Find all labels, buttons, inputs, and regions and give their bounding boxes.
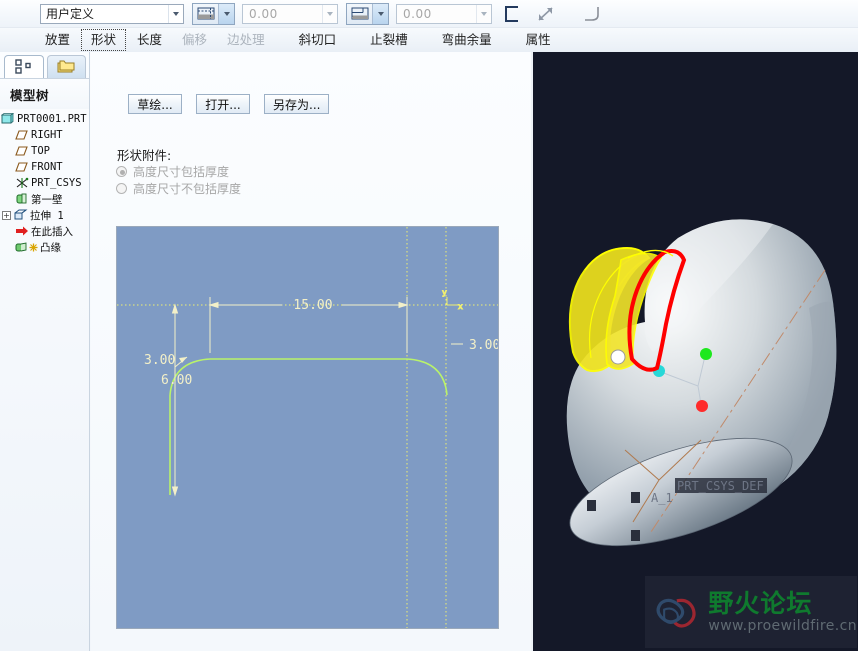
application-window: 用户定义 0.00 0.00 放置 形状 长度 偏移 边处理 斜切口 止裂槽 弯… <box>0 0 858 651</box>
tab-bend-allowance[interactable]: 弯曲余量 <box>433 30 501 50</box>
tree-row-part[interactable]: PRT0001.PRT <box>0 111 89 127</box>
corner-bend-icon[interactable] <box>580 3 604 25</box>
shape-action-buttons: 草绘... 打开... 另存为... <box>128 94 343 114</box>
tree-label: 凸缘 <box>40 241 61 254</box>
datum-plane-icon <box>14 129 29 141</box>
panel-tab-row <box>0 52 89 78</box>
model-graphics: A_1 PRT_CSYS_DEF <box>533 52 858 651</box>
relief-type-dropdown-icon[interactable] <box>373 3 388 24</box>
sketch-preview-canvas[interactable]: 15.00 3.00 6.00 3.00 x y <box>116 226 499 629</box>
coord-system-icon <box>14 177 29 189</box>
datum-plane-icon <box>14 145 29 157</box>
datum-point-red <box>696 400 708 412</box>
radio-icon <box>116 183 127 194</box>
sketch-button[interactable]: 草绘... <box>128 94 182 114</box>
feature-dashboard-toolbar: 用户定义 0.00 0.00 <box>0 0 858 28</box>
tab-placement[interactable]: 放置 <box>36 30 79 50</box>
tree-label: 拉伸 1 <box>30 209 64 222</box>
tree-row-csys[interactable]: PRT_CSYS <box>0 175 89 191</box>
radio-height-includes-thickness: 高度尺寸包括厚度 <box>116 163 229 180</box>
tree-row-datum-right[interactable]: RIGHT <box>0 127 89 143</box>
bend-value-input[interactable]: 0.00 <box>242 3 338 24</box>
shape-type-value: 用户定义 <box>46 6 95 21</box>
drag-handle[interactable] <box>610 349 626 365</box>
model-tree-icon <box>15 59 31 74</box>
flip-direction-icon[interactable] <box>501 3 525 25</box>
tree-label: PRT0001.PRT <box>17 113 87 125</box>
tree-label: PRT_CSYS <box>31 177 82 189</box>
tab-miter-cut[interactable]: 斜切口 <box>290 30 346 50</box>
bend-profile-split-button[interactable] <box>192 2 235 25</box>
first-wall-icon <box>14 193 29 205</box>
bend-value-dropdown-icon[interactable] <box>322 4 337 23</box>
tab-properties[interactable]: 属性 <box>517 30 560 50</box>
tree-row-insert-here[interactable]: 在此插入 <box>0 223 89 239</box>
bend-profile-dropdown-icon[interactable] <box>219 3 234 24</box>
dimension-value-width: 15.00 <box>293 298 332 313</box>
dimension-value-height: 6.00 <box>161 373 192 388</box>
relief-value-input[interactable]: 0.00 <box>396 3 492 24</box>
shape-type-select[interactable]: 用户定义 <box>40 3 184 24</box>
chevron-down-icon[interactable] <box>168 4 183 23</box>
part-icon <box>0 113 15 125</box>
datum-point-green <box>700 348 712 360</box>
relief-type-split-button[interactable] <box>346 2 389 25</box>
radio-label: 高度尺寸包括厚度 <box>133 165 230 179</box>
model-tree-tab[interactable] <box>4 55 44 78</box>
radio-height-excludes-thickness: 高度尺寸不包括厚度 <box>116 180 241 197</box>
tree-label: TOP <box>31 145 50 157</box>
bend-value-text: 0.00 <box>249 6 278 21</box>
sketch-graphics: 15.00 3.00 6.00 3.00 x y <box>117 227 499 628</box>
watermark-url: www.proewildfire.cn <box>708 618 857 634</box>
folder-browser-icon <box>57 60 75 73</box>
save-as-button[interactable]: 另存为... <box>264 94 330 114</box>
axis-label-text: A_1 <box>651 491 673 505</box>
datum-plane-icon <box>14 161 29 173</box>
model-tree-list[interactable]: PRT0001.PRT RIGHT TOP FRONT PRT_CSYS 第一壁… <box>0 109 89 255</box>
shape-tab-panel: 草绘... 打开... 另存为... 形状附件: 高度尺寸包括厚度 高度尺寸不包… <box>91 52 531 651</box>
dimension-value-right-radius: 3.00 <box>469 338 499 353</box>
tree-label: RIGHT <box>31 129 63 141</box>
bend-profile-icon <box>193 3 219 24</box>
tree-label: FRONT <box>31 161 63 173</box>
graphics-viewport[interactable]: A_1 PRT_CSYS_DEF 野火论坛 www.proewildfire.c… <box>531 52 858 651</box>
expand-toggle[interactable]: + <box>2 210 11 220</box>
tree-label: 第一壁 <box>31 193 63 206</box>
model-tree-panel: 模型树 PRT0001.PRT RIGHT TOP FRONT PRT_CSYS… <box>0 52 90 651</box>
angle-dimension-icon[interactable] <box>534 3 558 25</box>
flange-icon <box>14 241 29 253</box>
radio-label: 高度尺寸不包括厚度 <box>133 182 242 196</box>
csys-label-text: PRT_CSYS_DEF <box>677 479 764 493</box>
watermark-title: 野火论坛 <box>708 589 813 618</box>
new-feature-marker-icon <box>29 243 38 252</box>
tab-shape[interactable]: 形状 <box>81 29 127 51</box>
svg-text:y: y <box>442 288 447 297</box>
tree-label: 在此插入 <box>31 225 73 238</box>
folder-browser-tab[interactable] <box>46 55 86 78</box>
forum-watermark: 野火论坛 www.proewildfire.cn <box>645 576 857 648</box>
tab-relief[interactable]: 止裂槽 <box>361 30 417 50</box>
tree-row-extrude[interactable]: + 拉伸 1 <box>0 207 89 223</box>
tree-row-datum-front[interactable]: FRONT <box>0 159 89 175</box>
insert-here-icon <box>14 225 29 237</box>
svg-text:x: x <box>458 302 463 311</box>
open-button[interactable]: 打开... <box>196 94 250 114</box>
relief-value-text: 0.00 <box>403 6 432 21</box>
proewildfire-logo-icon <box>656 598 696 628</box>
tab-edge-treatment: 边处理 <box>227 32 265 47</box>
shape-attachment-label: 形状附件: <box>117 148 172 163</box>
radio-icon <box>116 166 127 177</box>
tab-offset: 偏移 <box>182 32 208 47</box>
tree-row-first-wall[interactable]: 第一壁 <box>0 191 89 207</box>
model-tree-header: 模型树 <box>0 78 89 109</box>
tab-length[interactable]: 长度 <box>128 30 171 50</box>
extrude-icon <box>13 209 28 221</box>
relief-value-dropdown-icon[interactable] <box>476 4 491 23</box>
dimension-value-left-radius: 3.00 <box>144 353 175 368</box>
tree-row-flange[interactable]: 凸缘 <box>0 239 89 255</box>
tree-row-datum-top[interactable]: TOP <box>0 143 89 159</box>
feature-tab-strip: 放置 形状 长度 偏移 边处理 斜切口 止裂槽 弯曲余量 属性 <box>0 28 858 52</box>
bend-relief-icon <box>347 3 373 24</box>
